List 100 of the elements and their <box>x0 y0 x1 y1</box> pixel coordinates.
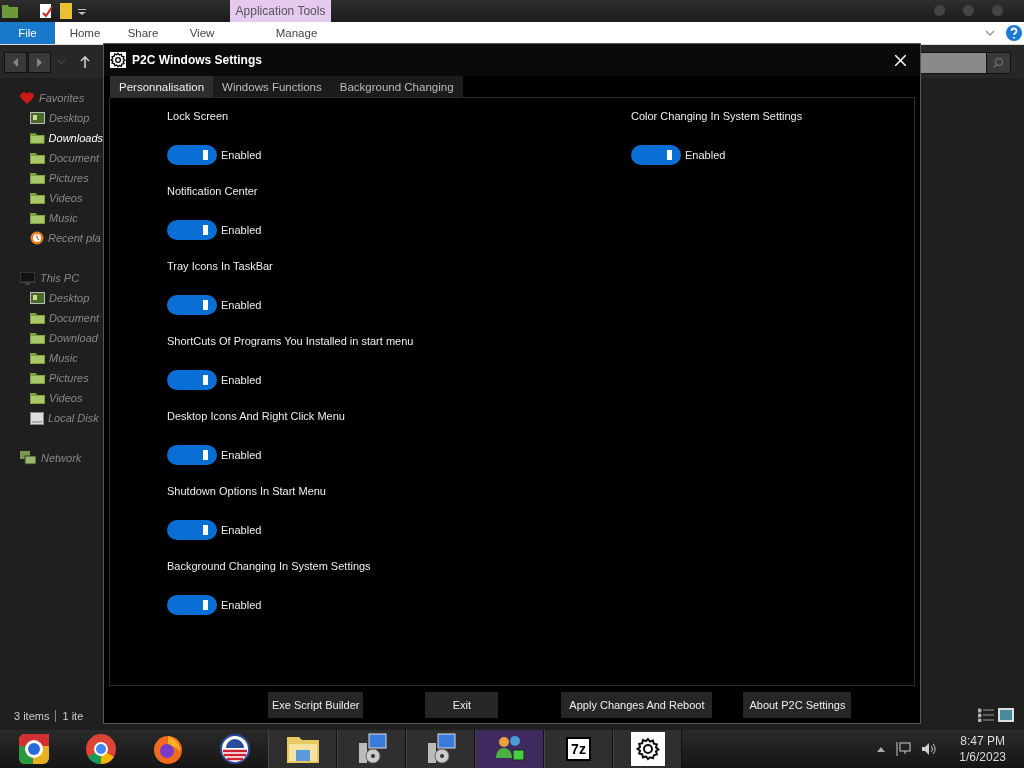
document-icon[interactable] <box>38 3 54 19</box>
chevron-icon[interactable] <box>985 30 995 36</box>
status-text: 1 ite <box>55 710 84 722</box>
dialog-button[interactable]: Apply Changes And Reboot <box>561 691 713 718</box>
search-field[interactable] <box>918 52 988 74</box>
folder-icon <box>30 152 45 164</box>
sidebar-item[interactable]: Pictures <box>0 168 103 188</box>
sidebar-item[interactable]: Document <box>0 308 103 328</box>
close-icon[interactable] <box>895 54 906 66</box>
help-icon[interactable] <box>1006 25 1022 41</box>
toggle-switch[interactable] <box>167 220 217 240</box>
clock-icon <box>30 231 44 245</box>
ring-icon[interactable] <box>17 733 50 765</box>
toggle-switch[interactable] <box>167 145 217 165</box>
caret-up-icon[interactable] <box>877 746 886 752</box>
sidebar-group[interactable]: Favorites <box>39 92 85 104</box>
window-title: P2C Windows Settings <box>132 53 262 67</box>
folder-icon <box>30 132 45 144</box>
setting-label: Tray Icons In TaskBar <box>167 260 274 274</box>
sidebar-group[interactable]: Network <box>41 452 82 464</box>
tab[interactable]: Personnalisation <box>110 76 214 97</box>
toggle-state-text: Enabled <box>221 149 262 161</box>
setting-label: Shutdown Options In Start Menu <box>167 485 327 499</box>
toggle-state-text: Enabled <box>221 524 262 536</box>
sidebar-item[interactable]: Local Disk <box>0 408 103 428</box>
toggle-state-text: Enabled <box>221 449 262 461</box>
flame-icon[interactable] <box>151 733 184 765</box>
setting-label: Background Changing In System Settings <box>167 560 372 574</box>
toggle-switch[interactable] <box>167 520 217 540</box>
sidebar-group[interactable]: This PC <box>40 272 80 284</box>
desktop-icon <box>30 112 45 124</box>
sidebar-item[interactable]: Music <box>0 348 103 368</box>
gear-icon[interactable] <box>630 732 665 766</box>
folder-icon <box>30 172 45 184</box>
toggle-switch[interactable] <box>167 445 217 465</box>
ribbon-tab[interactable]: Manage <box>246 22 347 44</box>
back-icon[interactable] <box>4 52 27 73</box>
archive-icon[interactable]: 7z <box>566 737 591 761</box>
folder-icon <box>30 192 45 204</box>
toggle-state-text: Enabled <box>221 599 262 611</box>
toggle-state-text: Enabled <box>685 149 726 161</box>
network-icon <box>20 451 36 465</box>
sidebar-item[interactable]: Pictures <box>0 368 103 388</box>
network-icon[interactable] <box>895 742 912 756</box>
forward-icon[interactable] <box>28 52 51 73</box>
sidebar-item[interactable]: Videos <box>0 388 103 408</box>
clock-date[interactable]: 1/6/2023 <box>959 749 1006 765</box>
desktop-icon <box>30 292 45 304</box>
sidebar-item[interactable]: Document <box>0 148 103 168</box>
ribbon-tab[interactable]: View <box>172 22 232 44</box>
search-icon[interactable] <box>986 52 1011 74</box>
folder-icon <box>30 352 45 364</box>
toggle-state-text: Enabled <box>221 374 262 386</box>
ribbon-tab[interactable]: File <box>0 22 55 44</box>
setting-label: Color Changing In System Settings <box>631 110 804 124</box>
sidebar-item[interactable]: Downloads <box>0 128 103 148</box>
dropdown-icon[interactable] <box>78 7 86 15</box>
folder-icon <box>30 212 45 224</box>
setting-label: ShortCuts Of Programs You Installed in start menu <box>167 335 415 349</box>
emblem-icon[interactable] <box>219 734 250 764</box>
dialog-button[interactable]: About P2C Settings <box>743 691 852 718</box>
sidebar-item[interactable]: Desktop <box>0 288 103 308</box>
toggle-switch[interactable] <box>631 145 681 165</box>
contextual-tab-label: Application Tools <box>230 0 331 22</box>
ribbon-tab[interactable]: Home <box>56 22 114 44</box>
up-arrow-icon[interactable] <box>80 55 90 68</box>
globe-icon[interactable] <box>84 733 117 765</box>
thumbnail-view-icon[interactable] <box>998 708 1014 722</box>
dialog-button[interactable]: Exit <box>425 691 499 718</box>
dialog-button[interactable]: Exe Script Builder <box>268 691 364 718</box>
people-icon[interactable] <box>493 734 526 764</box>
folder-icon[interactable] <box>2 4 18 18</box>
tab[interactable]: Background Changing <box>330 76 463 97</box>
sidebar-item[interactable]: Desktop <box>0 108 103 128</box>
toggle-state-text: Enabled <box>221 299 262 311</box>
ribbon-tab[interactable]: Share <box>114 22 172 44</box>
status-text: 3 items <box>14 710 50 722</box>
folder-icon[interactable] <box>285 734 320 764</box>
tab[interactable]: Windows Functions <box>213 76 331 97</box>
setting-label: Notification Center <box>167 185 259 199</box>
toggle-switch[interactable] <box>167 295 217 315</box>
folder-icon <box>30 332 45 344</box>
folder-icon <box>30 372 45 384</box>
toggle-switch[interactable] <box>167 595 217 615</box>
details-view-icon[interactable] <box>978 708 994 722</box>
heart-icon <box>20 92 34 104</box>
toggle-state-text: Enabled <box>221 224 262 236</box>
monitor-icon <box>20 271 35 285</box>
setting-label: Desktop Icons And Right Click Menu <box>167 410 346 424</box>
sidebar-item[interactable]: Videos <box>0 188 103 208</box>
clock-time[interactable]: 8:47 PM <box>960 733 1005 749</box>
gear-icon <box>110 52 126 68</box>
sidebar-item[interactable]: Music <box>0 208 103 228</box>
toggle-switch[interactable] <box>167 370 217 390</box>
volume-icon[interactable] <box>921 742 938 756</box>
folder-icon <box>30 312 45 324</box>
folder-icon <box>30 392 45 404</box>
sidebar-item[interactable]: Recent pla <box>0 228 103 248</box>
sidebar-item[interactable]: Download <box>0 328 103 348</box>
setting-label: Lock Screen <box>167 110 230 124</box>
